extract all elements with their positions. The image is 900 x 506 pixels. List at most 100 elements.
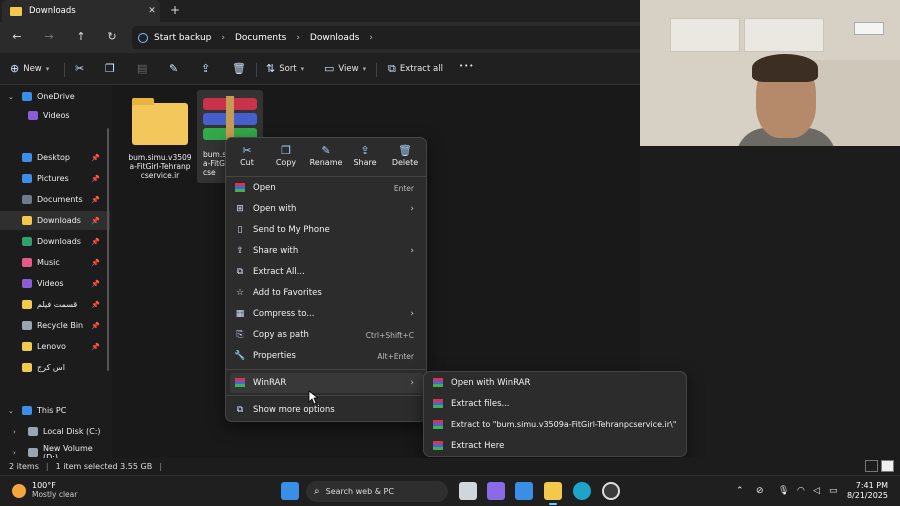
sidebar-item-onedrive[interactable]: ⌄ OneDrive xyxy=(0,87,110,106)
rename-button[interactable]: ✎ xyxy=(169,62,182,75)
sidebar-item-downloads[interactable]: Downloads 📌 xyxy=(0,232,110,251)
more-options-button[interactable]: ••• xyxy=(459,62,474,70)
delete-button[interactable]: 🗑 xyxy=(232,62,250,75)
address-bar[interactable]: Start backup › Documents › Downloads › xyxy=(132,26,640,49)
copy-button[interactable]: ❐ xyxy=(105,62,119,75)
status-bar: 2 items | 1 item selected 3.55 GB | xyxy=(0,458,900,475)
details-view-button[interactable] xyxy=(865,460,878,472)
sidebar-item-this-pc[interactable]: ⌄ This PC xyxy=(0,401,110,420)
tab-downloads[interactable]: Downloads ✕ xyxy=(2,0,160,22)
cut-action[interactable]: ✂ Cut xyxy=(227,144,267,167)
sort-button[interactable]: ⇅ Sort ▾ xyxy=(266,62,304,75)
breadcrumb-downloads[interactable]: Downloads xyxy=(310,33,359,43)
submenu-item-extract-files[interactable]: Extract files... xyxy=(428,393,684,414)
clock[interactable]: 7:41 PM 8/21/2025 xyxy=(847,481,888,501)
sidebar-item-recycle-bin[interactable]: Recycle Bin 📌 xyxy=(0,316,110,335)
search-placeholder: Search web & PC xyxy=(325,487,394,496)
air-vent xyxy=(854,22,884,35)
chevron-right-icon: › xyxy=(410,309,414,319)
wifi-icon[interactable]: ◠ xyxy=(797,486,805,496)
chevron-right-icon[interactable]: › xyxy=(13,428,16,436)
video-icon xyxy=(22,279,32,288)
rename-action[interactable]: ✎ Rename xyxy=(306,144,346,167)
chevron-up-icon[interactable]: ⌃ xyxy=(736,486,744,496)
menu-item-share-with[interactable]: ⇪ Share with › xyxy=(230,241,424,261)
up-button[interactable]: ↑ xyxy=(73,30,89,43)
paste-button[interactable]: ▤ xyxy=(137,62,151,75)
extract-all-button[interactable]: ⧉ Extract all xyxy=(388,62,443,76)
submenu-item-extract-to-folder[interactable]: Extract to "bum.simu.v3509a-FitGirl-Tehr… xyxy=(428,414,684,435)
sidebar-item-videos[interactable]: Videos 📌 xyxy=(0,274,110,293)
back-button[interactable]: ← xyxy=(9,30,25,43)
volume-icon[interactable]: ◁ xyxy=(813,486,820,496)
file-explorer-icon[interactable] xyxy=(544,482,562,505)
start-icon[interactable] xyxy=(281,482,299,500)
settings-icon[interactable] xyxy=(602,482,620,500)
tiles-view-button[interactable] xyxy=(881,460,894,472)
network-off-icon[interactable]: ⊘ xyxy=(756,486,764,496)
menu-item-add-favorites[interactable]: ☆ Add to Favorites xyxy=(230,283,424,303)
sidebar-item-lenovo[interactable]: Lenovo 📌 xyxy=(0,337,110,356)
battery-icon[interactable]: ▭ xyxy=(829,486,838,496)
chevron-right-icon[interactable]: › xyxy=(296,33,300,43)
chevron-right-icon[interactable]: › xyxy=(369,33,373,43)
copy-path-icon: ⎘ xyxy=(236,330,244,340)
breadcrumb-start-backup[interactable]: Start backup xyxy=(138,32,211,43)
chevron-right-icon[interactable]: › xyxy=(221,33,225,43)
forward-button[interactable]: → xyxy=(41,30,57,43)
taskbar-search[interactable]: ⌕ Search web & PC xyxy=(306,481,448,502)
documents-icon xyxy=(22,195,32,204)
submenu-item-extract-here[interactable]: Extract Here xyxy=(428,435,684,456)
breadcrumb-documents[interactable]: Documents xyxy=(235,33,286,43)
share-button[interactable]: ⇪ xyxy=(201,62,214,75)
winrar-submenu: Open with WinRAR Extract files... Extrac… xyxy=(423,371,687,457)
sidebar-item-label: Music xyxy=(37,258,60,267)
menu-item-properties[interactable]: 🔧 Properties Alt+Enter xyxy=(230,346,424,366)
menu-item-open-with[interactable]: ⊞ Open with › xyxy=(230,199,424,219)
chevron-down-icon[interactable]: ⌄ xyxy=(8,407,14,415)
sidebar-item-music[interactable]: Music 📌 xyxy=(0,253,110,272)
sidebar-item-local-disk-c[interactable]: › Local Disk (C:) xyxy=(0,422,110,441)
sidebar-item-documents[interactable]: Documents 📌 xyxy=(0,190,110,209)
new-tab-button[interactable]: + xyxy=(170,3,180,17)
chevron-down-icon[interactable]: ⌄ xyxy=(8,93,14,101)
cut-button[interactable]: ✂ xyxy=(75,62,88,75)
sidebar-scrollbar[interactable] xyxy=(107,128,109,371)
copy-action[interactable]: ❐ Copy xyxy=(266,144,306,167)
close-tab-icon[interactable]: ✕ xyxy=(144,6,160,16)
menu-item-copy-as-path[interactable]: ⎘ Copy as path Ctrl+Shift+C xyxy=(230,325,424,345)
delete-action[interactable]: 🗑 Delete xyxy=(385,144,425,167)
chevron-right-icon: › xyxy=(410,204,414,214)
edge-icon[interactable] xyxy=(573,482,591,500)
chevron-right-icon[interactable]: › xyxy=(13,449,16,457)
menu-item-extract-all[interactable]: ⧉ Extract All... xyxy=(230,262,424,282)
chevron-down-icon: ▾ xyxy=(300,64,305,73)
task-view-icon[interactable] xyxy=(459,482,477,500)
menu-item-show-more-options[interactable]: ⧉ Show more options xyxy=(230,400,424,420)
sidebar-item-pictures[interactable]: Pictures 📌 xyxy=(0,169,110,188)
view-button[interactable]: ▭ View ▾ xyxy=(324,62,366,75)
chevron-right-icon: › xyxy=(410,246,414,256)
sidebar-item-film-folder[interactable]: قسمت فیلم 📌 xyxy=(0,295,110,314)
submenu-item-open-with-winrar[interactable]: Open with WinRAR xyxy=(428,372,684,393)
menu-item-send-to-phone[interactable]: ▯ Send to My Phone xyxy=(230,220,424,240)
menu-item-winrar[interactable]: WinRAR › xyxy=(230,373,424,393)
file-item-folder[interactable]: bum.simu.v3509 a-FitGirl-Tehranp cservic… xyxy=(127,93,193,180)
menu-item-open[interactable]: Open Enter xyxy=(230,178,424,198)
store-icon[interactable] xyxy=(515,482,533,500)
sidebar-item-label: Downloads xyxy=(37,237,81,246)
microphone-icon[interactable]: 🎙 xyxy=(778,486,789,496)
share-action[interactable]: ⇪ Share xyxy=(345,144,385,167)
sidebar-item-desktop[interactable]: Desktop 📌 xyxy=(0,148,110,167)
refresh-button[interactable]: ↻ xyxy=(104,30,120,43)
menu-item-compress-to[interactable]: ▦ Compress to... › xyxy=(230,304,424,324)
copy-icon: ❐ xyxy=(281,144,291,157)
sidebar-item-downloads-folder[interactable]: Downloads 📌 xyxy=(0,211,110,230)
weather-widget[interactable]: 100°F Mostly clear xyxy=(12,481,77,500)
action-label: Rename xyxy=(309,158,343,167)
new-button[interactable]: ⊕ New ▾ xyxy=(10,62,49,75)
copilot-icon[interactable] xyxy=(487,482,505,500)
sidebar-item-onedrive-videos[interactable]: Videos xyxy=(0,106,110,125)
sidebar-item-karaj-folder[interactable]: اس کرج xyxy=(0,358,110,377)
sidebar-item-label: Local Disk (C:) xyxy=(43,427,101,436)
